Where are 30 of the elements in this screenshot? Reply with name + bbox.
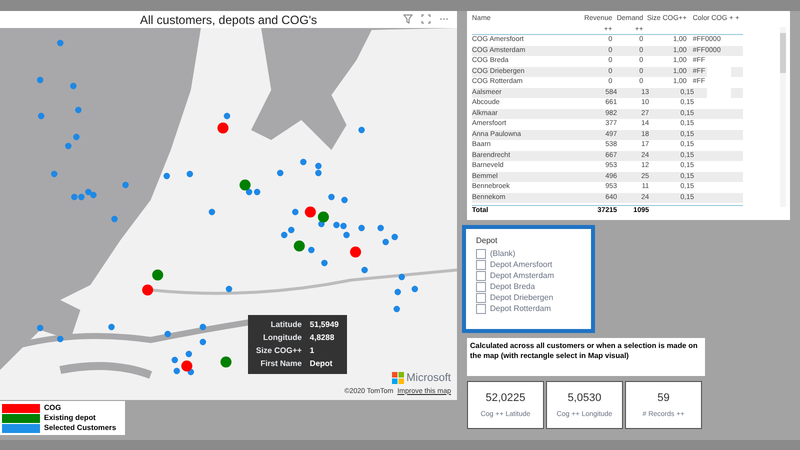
- slicer-item[interactable]: (Blank): [490, 248, 516, 260]
- checkbox[interactable]: [476, 304, 486, 314]
- slicer-item[interactable]: Depot Rotterdam: [490, 303, 551, 315]
- kpi-value: 5,0530: [568, 391, 602, 406]
- checkbox[interactable]: [476, 260, 486, 270]
- tooltip-value: 51,5949: [310, 319, 339, 331]
- checkbox[interactable]: [476, 249, 486, 259]
- tooltip-label: Latitude: [270, 319, 302, 331]
- tooltip-label: Size COG++: [256, 345, 302, 357]
- kpi-value: 59: [657, 391, 670, 406]
- checkbox[interactable]: [476, 293, 486, 303]
- windows-logo-icon: [392, 372, 404, 384]
- slicer-item[interactable]: Depot Amersfoort: [490, 259, 552, 271]
- checkbox[interactable]: [476, 282, 486, 292]
- slicer-item[interactable]: Depot Amsterdam: [490, 270, 554, 282]
- filter-icon[interactable]: [403, 14, 413, 24]
- brand-logo-text: Microsoft: [406, 371, 451, 386]
- expand-icon[interactable]: [421, 14, 431, 24]
- map-title: All customers, depots and COG's: [140, 12, 318, 28]
- kpi-value: 52,0225: [486, 391, 526, 406]
- tooltip-label: Longitude: [262, 332, 302, 344]
- slicer-item[interactable]: Depot Breda: [490, 281, 535, 293]
- checkbox[interactable]: [476, 271, 486, 281]
- tooltip-label: First Name: [259, 358, 302, 370]
- slicer-title: Depot: [476, 235, 498, 247]
- tooltip-value: 1: [310, 345, 316, 357]
- tooltip-value: 4,8288: [310, 332, 336, 344]
- slicer-item[interactable]: Depot Driebergen: [490, 292, 554, 304]
- scrollbar[interactable]: [780, 27, 786, 207]
- tooltip-value: Depot: [310, 358, 334, 370]
